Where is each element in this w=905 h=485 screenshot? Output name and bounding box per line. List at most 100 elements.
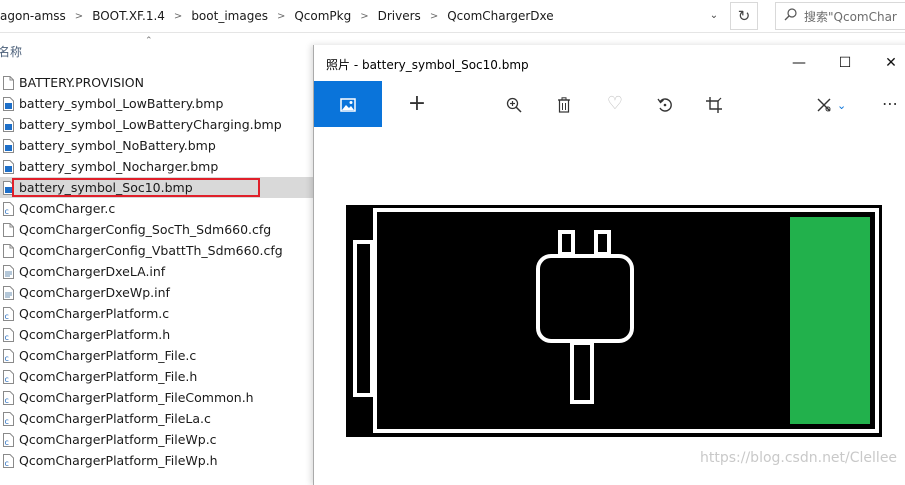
more-icon: ⋯ — [882, 94, 898, 113]
file-row[interactable]: BATTERY.PROVISION — [0, 72, 313, 93]
battery-image — [346, 205, 882, 437]
file-row[interactable]: c QcomCharger.c — [0, 198, 313, 219]
title-bar: 照片 - battery_symbol_Soc10.bmp — ☐ ✕ — [314, 45, 905, 81]
delete-button[interactable] — [541, 81, 587, 127]
chevron-down-icon: ⌄ — [836, 99, 847, 112]
search-input[interactable]: 搜索"QcomChar — [775, 2, 905, 30]
refresh-button[interactable]: ↻ — [730, 2, 758, 30]
file-name: QcomChargerDxeLA.inf — [19, 264, 166, 279]
breadcrumb-item[interactable]: BOOT.XF.1.4 — [87, 9, 170, 23]
rotate-button[interactable] — [642, 81, 688, 127]
column-name-label: 名称 — [0, 45, 23, 59]
file-name: QcomChargerPlatform.h — [19, 327, 171, 342]
file-row[interactable]: c QcomChargerPlatform_FileLa.c — [0, 408, 313, 429]
svg-text:c: c — [5, 312, 9, 321]
file-row[interactable]: QcomChargerDxeLA.inf — [0, 261, 313, 282]
file-row[interactable]: c QcomChargerPlatform_FileWp.h — [0, 450, 313, 471]
file-name: QcomChargerPlatform_FileCommon.h — [19, 390, 254, 405]
svg-text:c: c — [5, 333, 9, 342]
chevron-down-icon[interactable]: ⌄ — [703, 6, 725, 26]
zoom-icon — [506, 97, 522, 113]
maximize-button[interactable]: ☐ — [822, 45, 868, 81]
zoom-button[interactable] — [491, 81, 537, 127]
add-button[interactable]: + — [394, 81, 440, 127]
file-row[interactable]: QcomChargerConfig_SocTh_Sdm660.cfg — [0, 219, 313, 240]
file-list: BATTERY.PROVISION battery_symbol_LowBatte… — [0, 72, 313, 471]
plus-icon: + — [407, 91, 427, 116]
file-name: QcomChargerPlatform_File.h — [19, 369, 198, 384]
file-name: QcomChargerPlatform_FileWp.c — [19, 432, 217, 447]
file-name: QcomChargerDxeWp.inf — [19, 285, 170, 300]
chevron-right-icon: > — [276, 10, 286, 22]
heart-icon: ♡ — [606, 93, 624, 114]
file-row[interactable]: QcomChargerDxeWp.inf — [0, 282, 313, 303]
file-row[interactable]: QcomChargerConfig_VbattTh_Sdm660.cfg — [0, 240, 313, 261]
close-button[interactable]: ✕ — [868, 45, 905, 81]
file-name: battery_symbol_LowBattery.bmp — [19, 96, 224, 111]
svg-text:c: c — [5, 396, 9, 405]
breadcrumb-item[interactable]: QcomPkg — [289, 9, 356, 23]
chevron-right-icon: > — [173, 10, 183, 22]
address-bar: agon-amss > BOOT.XF.1.4 > boot_images > … — [0, 0, 905, 33]
svg-text:c: c — [5, 354, 9, 363]
breadcrumb-item[interactable]: QcomChargerDxe — [442, 9, 558, 23]
column-header[interactable]: ⌃ 名称 — [0, 34, 313, 59]
inf-file-icon — [3, 285, 14, 300]
more-options-button[interactable]: ⋯ — [867, 81, 905, 127]
svg-text:c: c — [5, 207, 9, 216]
file-row[interactable]: battery_symbol_NoBattery.bmp — [0, 135, 313, 156]
file-row[interactable]: battery_symbol_LowBattery.bmp — [0, 93, 313, 114]
search-placeholder: 搜索"QcomChar — [804, 9, 897, 24]
file-name: QcomChargerConfig_VbattTh_Sdm660.cfg — [19, 243, 283, 258]
search-icon — [776, 7, 804, 25]
c-file-icon: c — [3, 432, 14, 447]
blank-file-icon — [3, 243, 14, 258]
c-file-icon: c — [3, 327, 14, 342]
minimize-button[interactable]: — — [776, 45, 822, 81]
file-name: BATTERY.PROVISION — [19, 75, 144, 90]
file-row[interactable]: battery_symbol_Nocharger.bmp — [0, 156, 313, 177]
breadcrumb-item[interactable]: agon-amss — [0, 9, 71, 23]
favorite-button[interactable]: ♡ — [592, 81, 638, 127]
blank-file-icon — [3, 75, 14, 90]
file-row[interactable]: c QcomChargerPlatform_File.h — [0, 366, 313, 387]
file-row[interactable]: c QcomChargerPlatform_FileWp.c — [0, 429, 313, 450]
photos-toolbar: + ♡ ⌄ ⋯ — [314, 81, 905, 127]
file-name: QcomChargerPlatform_File.c — [19, 348, 197, 363]
crop-button[interactable] — [691, 81, 737, 127]
edit-create-button[interactable]: ⌄ — [801, 81, 861, 127]
sort-ascending-icon: ⌃ — [145, 36, 153, 46]
inf-file-icon — [3, 264, 14, 279]
svg-text:c: c — [5, 459, 9, 468]
file-row[interactable]: c QcomChargerPlatform_FileCommon.h — [0, 387, 313, 408]
window-title: 照片 - battery_symbol_Soc10.bmp — [326, 58, 529, 72]
file-row[interactable]: c QcomChargerPlatform.h — [0, 324, 313, 345]
view-collection-button[interactable] — [314, 81, 382, 127]
c-file-icon: c — [3, 348, 14, 363]
file-name: QcomCharger.c — [19, 201, 116, 216]
edit-tools-icon — [817, 98, 831, 111]
file-row[interactable]: battery_symbol_LowBatteryCharging.bmp — [0, 114, 313, 135]
blank-file-icon — [3, 222, 14, 237]
file-row[interactable]: c QcomChargerPlatform_File.c — [0, 345, 313, 366]
bitmap-file-icon — [3, 96, 14, 111]
refresh-icon: ↻ — [737, 7, 751, 25]
c-file-icon: c — [3, 411, 14, 426]
file-row[interactable]: c QcomChargerPlatform.c — [0, 303, 313, 324]
trash-icon — [558, 96, 570, 113]
c-file-icon: c — [3, 390, 14, 405]
file-name: battery_symbol_NoBattery.bmp — [19, 138, 216, 153]
file-name: QcomChargerConfig_SocTh_Sdm660.cfg — [19, 222, 272, 237]
c-file-icon: c — [3, 306, 14, 321]
svg-text:c: c — [5, 417, 9, 426]
rotate-icon — [657, 97, 672, 112]
c-file-icon: c — [3, 453, 14, 468]
c-file-icon: c — [3, 369, 14, 384]
breadcrumb-item[interactable]: Drivers — [373, 9, 426, 23]
breadcrumb-item[interactable]: boot_images — [186, 9, 273, 23]
c-file-icon: c — [3, 201, 14, 216]
bitmap-file-icon — [3, 138, 14, 153]
file-name: battery_symbol_Nocharger.bmp — [19, 159, 219, 174]
file-name: battery_symbol_LowBatteryCharging.bmp — [19, 117, 282, 132]
chevron-right-icon: > — [74, 10, 84, 22]
